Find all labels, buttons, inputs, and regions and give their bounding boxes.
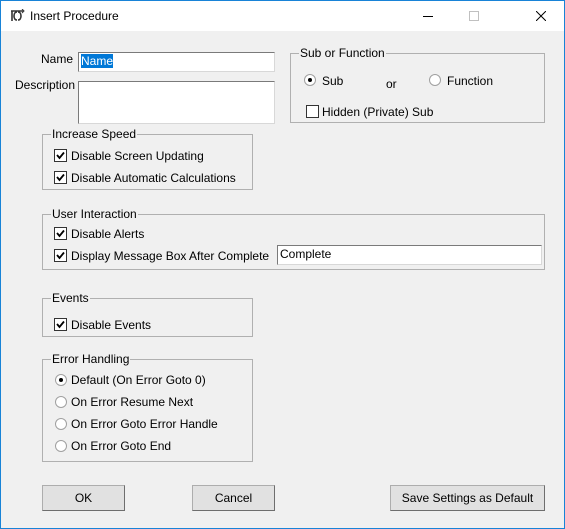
disable-screen-updating-label[interactable]: Disable Screen Updating — [71, 149, 204, 163]
disable-events-checkbox[interactable] — [54, 318, 67, 331]
sub-radio[interactable] — [304, 74, 316, 86]
disable-alerts-checkbox[interactable] — [54, 227, 67, 240]
display-message-box-label[interactable]: Display Message Box After Complete — [71, 249, 269, 263]
window-title: Insert Procedure — [30, 9, 119, 23]
error-resume-next-radio[interactable] — [55, 396, 67, 408]
cancel-button[interactable]: Cancel — [192, 485, 275, 511]
checkmark-icon — [56, 173, 65, 182]
close-button[interactable] — [518, 1, 564, 31]
or-label: or — [386, 77, 397, 91]
sub-radio-label[interactable]: Sub — [322, 74, 343, 88]
error-goto-handle-label[interactable]: On Error Goto Error Handle — [71, 417, 218, 431]
checkmark-icon — [56, 151, 65, 160]
description-label: Description — [15, 78, 76, 92]
function-radio-label[interactable]: Function — [447, 74, 493, 88]
vba-procedure-icon — [11, 9, 25, 21]
description-input[interactable] — [78, 81, 275, 124]
checkmark-icon — [56, 229, 65, 238]
minimize-button[interactable] — [405, 1, 451, 31]
ok-button[interactable]: OK — [42, 485, 125, 511]
name-input[interactable]: Name — [78, 52, 275, 72]
error-default-radio[interactable] — [55, 374, 67, 386]
function-radio[interactable] — [429, 74, 441, 86]
disable-automatic-calculations-checkbox[interactable] — [54, 171, 67, 184]
name-label: Name — [41, 52, 74, 66]
message-text-input[interactable]: Complete — [277, 245, 542, 265]
title-bar[interactable]: Insert Procedure — [1, 1, 564, 31]
radio-selected-dot — [59, 378, 63, 382]
events-title: Events — [51, 291, 90, 305]
disable-alerts-label[interactable]: Disable Alerts — [71, 227, 144, 241]
close-icon — [536, 11, 546, 21]
save-settings-default-button[interactable]: Save Settings as Default — [390, 485, 545, 511]
error-goto-end-label[interactable]: On Error Goto End — [71, 439, 171, 453]
display-message-box-checkbox[interactable] — [54, 249, 67, 262]
maximize-icon — [469, 11, 479, 21]
error-goto-handle-radio[interactable] — [55, 418, 67, 430]
error-resume-next-label[interactable]: On Error Resume Next — [71, 395, 193, 409]
disable-automatic-calculations-label[interactable]: Disable Automatic Calculations — [71, 171, 236, 185]
radio-selected-dot — [308, 78, 312, 82]
increase-speed-title: Increase Speed — [51, 127, 138, 141]
minimize-icon — [423, 16, 433, 17]
error-default-label[interactable]: Default (On Error Goto 0) — [71, 373, 206, 387]
checkmark-icon — [56, 320, 65, 329]
sub-or-function-title: Sub or Function — [299, 46, 386, 60]
disable-screen-updating-checkbox[interactable] — [54, 149, 67, 162]
error-handling-title: Error Handling — [51, 352, 131, 366]
name-input-value: Name — [81, 54, 114, 68]
disable-events-label[interactable]: Disable Events — [71, 318, 151, 332]
hidden-sub-label[interactable]: Hidden (Private) Sub — [322, 105, 433, 119]
hidden-sub-checkbox[interactable] — [306, 105, 319, 118]
checkmark-icon — [56, 251, 65, 260]
maximize-button[interactable] — [451, 1, 497, 31]
insert-procedure-dialog: Insert Procedure Name Name Description S… — [0, 0, 565, 529]
user-interaction-title: User Interaction — [51, 207, 138, 221]
error-goto-end-radio[interactable] — [55, 440, 67, 452]
